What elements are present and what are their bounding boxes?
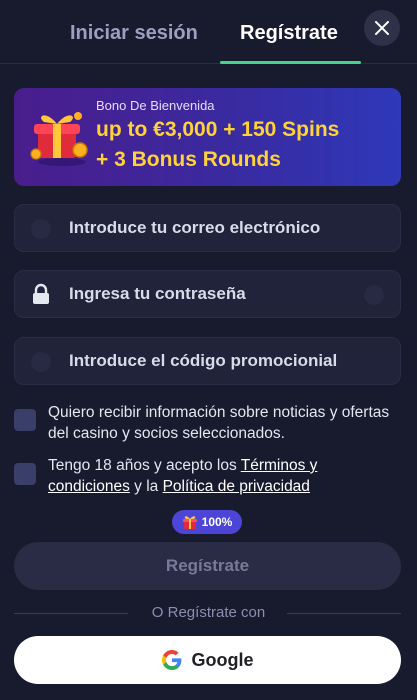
google-label: Google	[191, 649, 254, 670]
password-field[interactable]: Ingresa tu contraseña	[14, 270, 401, 318]
email-placeholder: Introduce tu correo electrónico	[69, 218, 321, 237]
close-button[interactable]	[364, 10, 400, 46]
age-terms-prefix: Tengo 18 años y acepto los	[48, 457, 241, 474]
google-icon	[161, 650, 181, 670]
gift-icon	[30, 112, 88, 166]
banner-subtitle: Bono De Bienvenida	[96, 98, 215, 113]
lock-icon	[33, 283, 49, 304]
progress-value: 100%	[201, 515, 233, 529]
progress-badge: 100%	[172, 510, 242, 534]
email-icon	[31, 219, 51, 239]
marketing-consent-checkbox[interactable]	[14, 409, 36, 431]
register-button[interactable]: Regístrate	[14, 542, 401, 590]
welcome-bonus-banner: Bono De Bienvenida up to €3,000 + 150 Sp…	[14, 88, 401, 186]
password-placeholder: Ingresa tu contraseña	[69, 284, 246, 303]
google-signup-button[interactable]: Google	[14, 636, 401, 684]
gift-icon	[182, 516, 197, 529]
divider-text: O Regístrate con	[151, 604, 266, 621]
banner-offer-line2: + 3 Bonus Rounds	[96, 148, 281, 171]
auth-tabs: Iniciar sesión Regístrate	[0, 0, 417, 64]
active-tab-indicator	[220, 61, 361, 64]
age-terms-checkbox[interactable]	[14, 463, 36, 485]
banner-offer-line1: up to €3,000 + 150 Spins	[96, 118, 340, 141]
promo-code-field[interactable]: Introduce el código promocionial	[14, 337, 401, 385]
tab-register[interactable]: Regístrate	[240, 18, 338, 48]
email-field[interactable]: Introduce tu correo electrónico	[14, 204, 401, 252]
age-terms-mid: y la	[129, 478, 163, 495]
show-password-icon[interactable]	[364, 285, 384, 305]
promo-icon	[31, 352, 51, 372]
privacy-link[interactable]: Política de privacidad	[163, 478, 310, 495]
close-icon	[375, 21, 389, 35]
marketing-consent-text: Quiero recibir información sobre noticia…	[48, 404, 390, 442]
tab-login[interactable]: Iniciar sesión	[70, 18, 198, 48]
promo-placeholder: Introduce el código promocionial	[69, 351, 338, 370]
age-terms-text: Tengo 18 años y acepto los Términos y co…	[48, 455, 398, 497]
